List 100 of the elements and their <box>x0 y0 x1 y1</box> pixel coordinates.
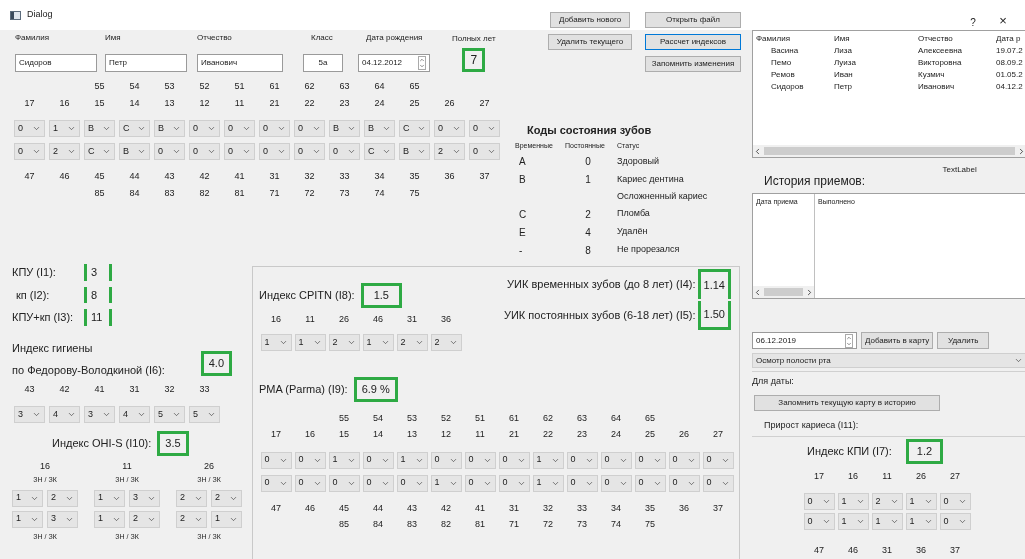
tooth-dropdown[interactable]: 2 <box>871 493 903 510</box>
tooth-dropdown[interactable]: 2 <box>434 143 465 160</box>
tooth-dropdown[interactable]: 0 <box>469 143 500 160</box>
tooth-dropdown[interactable]: C <box>84 143 115 160</box>
tooth-dropdown[interactable]: 0 <box>224 143 255 160</box>
tooth-dropdown[interactable]: 2 <box>129 510 160 528</box>
tooth-dropdown[interactable]: 2 <box>328 334 360 351</box>
tooth-dropdown[interactable]: 0 <box>430 451 462 469</box>
tooth-dropdown[interactable]: 3 <box>14 406 45 423</box>
tooth-dropdown[interactable]: 0 <box>469 120 500 137</box>
tooth-dropdown[interactable]: B <box>154 120 185 137</box>
tooth-dropdown[interactable]: 0 <box>154 143 185 160</box>
tooth-dropdown[interactable]: 5 <box>189 406 220 423</box>
tooth-dropdown[interactable]: 0 <box>464 474 496 492</box>
date-field[interactable]: 06.12.2019 <box>752 332 857 349</box>
close-button[interactable]: × <box>991 10 1015 30</box>
text-field[interactable]: Сидоров <box>15 54 97 72</box>
tooth-dropdown[interactable]: B <box>84 120 115 137</box>
tooth-dropdown[interactable]: C <box>364 143 395 160</box>
tooth-dropdown[interactable]: 4 <box>119 406 150 423</box>
tooth-dropdown[interactable]: 1 <box>94 489 125 507</box>
tooth-dropdown[interactable]: 0 <box>329 143 360 160</box>
tooth-dropdown[interactable]: 2 <box>430 334 462 351</box>
tooth-dropdown[interactable]: 0 <box>803 513 835 530</box>
tooth-dropdown[interactable]: 5 <box>154 406 185 423</box>
tooth-dropdown[interactable]: 1 <box>49 120 80 137</box>
tooth-dropdown[interactable]: 0 <box>498 474 530 492</box>
tooth-dropdown[interactable]: 0 <box>189 143 220 160</box>
tooth-dropdown[interactable]: 0 <box>294 474 326 492</box>
tooth-dropdown[interactable]: 4 <box>49 406 80 423</box>
tooth-dropdown[interactable]: 1 <box>12 489 43 507</box>
tooth-dropdown[interactable]: 2 <box>49 143 80 160</box>
tooth-dropdown[interactable]: 1 <box>211 510 242 528</box>
tooth-dropdown[interactable]: 0 <box>939 493 971 510</box>
tooth-dropdown[interactable]: 1 <box>362 334 394 351</box>
tooth-dropdown[interactable]: 0 <box>498 451 530 469</box>
tooth-dropdown[interactable]: 0 <box>260 451 292 469</box>
tooth-dropdown[interactable]: 0 <box>259 143 290 160</box>
tooth-dropdown[interactable]: 0 <box>259 120 290 137</box>
tooth-dropdown[interactable]: 2 <box>47 489 78 507</box>
tooth-dropdown[interactable]: 1 <box>532 474 564 492</box>
tooth-dropdown[interactable]: 1 <box>294 334 326 351</box>
tooth-dropdown[interactable]: 1 <box>871 513 903 530</box>
tooth-dropdown[interactable]: 1 <box>532 451 564 469</box>
column-header[interactable]: Дата р <box>996 33 1023 45</box>
column-header[interactable]: Имя <box>834 33 918 45</box>
text-field[interactable]: 5а <box>303 54 343 72</box>
tooth-dropdown[interactable]: B <box>399 143 430 160</box>
tooth-dropdown[interactable]: 0 <box>14 143 45 160</box>
tooth-dropdown[interactable]: 3 <box>84 406 115 423</box>
help-button[interactable]: ? <box>961 15 985 30</box>
tooth-dropdown[interactable]: C <box>119 120 150 137</box>
tooth-dropdown[interactable]: 2 <box>176 510 207 528</box>
tooth-dropdown[interactable]: 0 <box>260 474 292 492</box>
push-button[interactable]: Рассчет индексов <box>645 34 741 50</box>
tooth-dropdown[interactable]: 0 <box>803 493 835 510</box>
tooth-dropdown[interactable]: 0 <box>600 451 632 469</box>
tooth-dropdown[interactable]: 0 <box>294 143 325 160</box>
tooth-dropdown[interactable]: 1 <box>905 493 937 510</box>
tooth-dropdown[interactable]: 1 <box>260 334 292 351</box>
push-button[interactable]: Запомнить изменения <box>645 56 741 72</box>
tooth-dropdown[interactable]: 0 <box>434 120 465 137</box>
push-button[interactable]: Добавить нового <box>550 12 630 28</box>
tooth-dropdown[interactable]: 1 <box>94 510 125 528</box>
horizontal-scrollbar[interactable] <box>753 145 1025 157</box>
tooth-dropdown[interactable]: 0 <box>294 120 325 137</box>
push-button[interactable]: Удалить текущего <box>548 34 632 50</box>
tooth-dropdown[interactable]: 1 <box>328 451 360 469</box>
tooth-dropdown[interactable]: 1 <box>837 513 869 530</box>
tooth-dropdown[interactable]: 2 <box>396 334 428 351</box>
tooth-dropdown[interactable]: 0 <box>396 474 428 492</box>
tooth-dropdown[interactable]: 3 <box>47 510 78 528</box>
tooth-dropdown[interactable]: 0 <box>600 474 632 492</box>
text-field[interactable]: Иванович <box>197 54 283 72</box>
tooth-dropdown[interactable]: 1 <box>396 451 428 469</box>
tooth-dropdown[interactable]: 0 <box>464 451 496 469</box>
tooth-dropdown[interactable]: 1 <box>12 510 43 528</box>
tooth-dropdown[interactable]: 0 <box>189 120 220 137</box>
tooth-dropdown[interactable]: 3 <box>129 489 160 507</box>
tooth-dropdown[interactable]: 0 <box>362 451 394 469</box>
tooth-dropdown[interactable]: 0 <box>939 513 971 530</box>
tooth-dropdown[interactable]: 2 <box>176 489 207 507</box>
tooth-dropdown[interactable]: 0 <box>634 474 666 492</box>
tooth-dropdown[interactable]: 0 <box>668 451 700 469</box>
delete-button[interactable]: Удалить <box>937 332 990 349</box>
tooth-dropdown[interactable]: 0 <box>702 474 734 492</box>
tooth-dropdown[interactable]: 2 <box>211 489 242 507</box>
tooth-dropdown[interactable]: B <box>364 120 395 137</box>
tooth-dropdown[interactable]: 1 <box>905 513 937 530</box>
push-button[interactable]: Открыть файл <box>645 12 741 28</box>
add-to-card-button[interactable]: Добавить в карту <box>861 332 934 349</box>
tooth-dropdown[interactable]: 0 <box>702 451 734 469</box>
save-history-button[interactable]: Запомнить текущую карту в историю <box>754 394 940 411</box>
tooth-dropdown[interactable]: 0 <box>362 474 394 492</box>
tooth-dropdown[interactable]: 0 <box>634 451 666 469</box>
procedure-dropdown[interactable]: Осмотр полости рта <box>752 353 1025 368</box>
tooth-dropdown[interactable]: 0 <box>566 451 598 469</box>
tooth-dropdown[interactable]: 1 <box>430 474 462 492</box>
tooth-dropdown[interactable]: 0 <box>668 474 700 492</box>
tooth-dropdown[interactable]: B <box>329 120 360 137</box>
